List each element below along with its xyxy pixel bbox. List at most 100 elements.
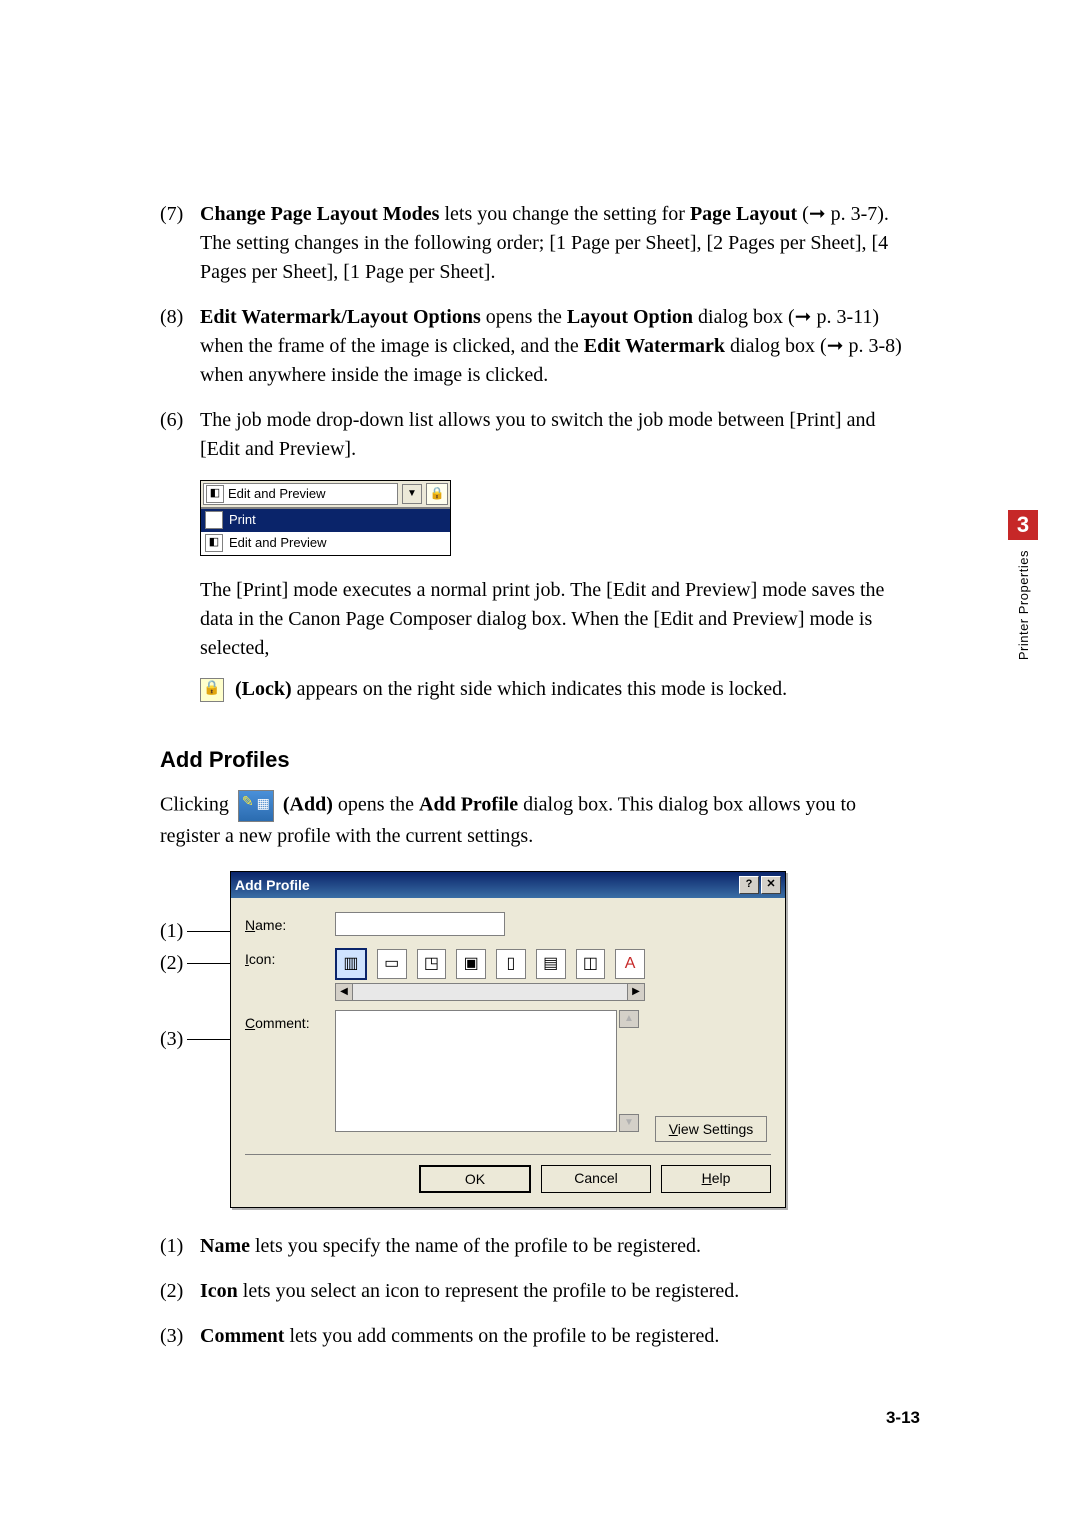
chevron-down-icon[interactable]: ▼	[402, 484, 422, 504]
para-8-bold-2: Layout Option	[567, 306, 693, 328]
callout-1-line	[187, 931, 230, 932]
profile-icon-option-7[interactable]: ◫	[576, 949, 606, 979]
intro-mid: opens the	[333, 793, 419, 815]
comment-row: Comment: ▲ ▼	[245, 1010, 771, 1132]
desc-1-num: (1)	[160, 1232, 200, 1261]
profile-icon-option-3[interactable]: ◳	[417, 949, 447, 979]
description-3: (3) Comment lets you add comments on the…	[160, 1322, 920, 1351]
name-label-rest: ame:	[255, 917, 286, 933]
dialog-title: Add Profile	[235, 875, 737, 895]
icon-picker: ▥ ▭ ◳ ▣ ▯ ▤ ◫ A ◀	[335, 946, 645, 1000]
profile-icon-option-2[interactable]: ▭	[377, 949, 407, 979]
name-row: Name:	[245, 912, 771, 936]
intro-bold-add: (Add)	[283, 793, 333, 815]
lock-note: 🔒 (Lock) appears on the right side which…	[200, 675, 920, 704]
callout-1: (1)	[160, 915, 230, 949]
view-settings-button[interactable]: View Settings	[655, 1116, 767, 1142]
dropdown-item-print[interactable]: 🖶 Print	[201, 509, 450, 532]
scroll-track[interactable]	[353, 983, 627, 1001]
para-8-text-1: opens the	[481, 306, 567, 328]
name-input[interactable]	[335, 912, 505, 936]
callout-3: (3)	[160, 1023, 230, 1057]
icon-hscrollbar[interactable]: ◀ ▶	[335, 984, 645, 1000]
dialog-close-button[interactable]: ✕	[761, 876, 781, 894]
comment-label: Comment:	[245, 1010, 335, 1033]
scroll-track[interactable]	[619, 1028, 637, 1114]
help-button[interactable]: Help	[661, 1165, 771, 1193]
job-mode-select[interactable]: ◧ Edit and Preview	[203, 483, 398, 505]
callout-3-label: (3)	[160, 1025, 183, 1054]
para-7-text-1: lets you change the setting for	[439, 203, 690, 225]
para-7-bold-2: Page Layout	[690, 203, 797, 225]
lock-icon: 🔒	[200, 678, 224, 702]
job-mode-selected-label: Edit and Preview	[228, 485, 326, 504]
comment-accel: C	[245, 1015, 255, 1031]
callout-1-label: (1)	[160, 917, 183, 946]
printer-icon: 🖶	[205, 511, 223, 529]
page-number: 3-13	[886, 1408, 920, 1428]
para-7-number: (7)	[160, 200, 200, 287]
add-profile-icon	[238, 790, 274, 822]
desc-2-num: (2)	[160, 1277, 200, 1306]
add-profile-dialog: Add Profile ? ✕ Name: Icon:	[230, 871, 786, 1209]
callout-2-label: (2)	[160, 949, 183, 978]
para-7-bold-1: Change Page Layout Modes	[200, 203, 439, 225]
para-6-body: The job mode drop-down list allows you t…	[200, 406, 920, 464]
profile-icon-option-8[interactable]: A	[615, 949, 645, 979]
paragraph-6: (6) The job mode drop-down list allows y…	[160, 406, 920, 464]
cancel-button[interactable]: Cancel	[541, 1165, 651, 1193]
profile-icon-option-5[interactable]: ▯	[496, 949, 526, 979]
add-profiles-intro: Clicking (Add) opens the Add Profile dia…	[160, 790, 920, 851]
scroll-left-icon[interactable]: ◀	[335, 983, 353, 1001]
comment-label-rest: omment:	[255, 1015, 309, 1031]
lock-rest: appears on the right side which indicate…	[292, 678, 787, 700]
desc-2-rest: lets you select an icon to represent the…	[238, 1280, 739, 1302]
desc-3-bold: Comment	[200, 1325, 284, 1347]
lock-icon[interactable]: 🔒	[426, 483, 448, 505]
profile-icon-option-1[interactable]: ▥	[335, 948, 367, 980]
dropdown-selected-row: ◧ Edit and Preview ▼ 🔒	[201, 481, 450, 508]
profile-icon-option-6[interactable]: ▤	[536, 949, 566, 979]
edit-preview-icon: ◧	[205, 534, 223, 552]
dialog-button-row: OK Cancel Help	[245, 1165, 771, 1197]
para-8-bold-3: Edit Watermark	[584, 335, 725, 357]
para-8-body: Edit Watermark/Layout Options opens the …	[200, 303, 920, 390]
icon-label-rest: con:	[249, 951, 275, 967]
edit-preview-icon: ◧	[206, 485, 224, 503]
dropdown-option-list: 🖶 Print ◧ Edit and Preview	[201, 508, 450, 555]
mode-explanation-text: The [Print] mode executes a normal print…	[200, 576, 920, 663]
callout-2: (2)	[160, 947, 230, 981]
scroll-down-icon[interactable]: ▼	[619, 1114, 639, 1132]
description-2: (2) Icon lets you select an icon to repr…	[160, 1277, 920, 1306]
add-profiles-heading: Add Profiles	[160, 744, 920, 776]
add-profile-dialog-figure: (1) (2) (3) Add Profile ? ✕	[160, 871, 920, 1209]
intro-pre: Clicking	[160, 793, 234, 815]
dropdown-item-edit-preview[interactable]: ◧ Edit and Preview	[201, 532, 450, 555]
dropdown-item-print-label: Print	[229, 511, 256, 530]
help-rest: elp	[712, 1170, 731, 1186]
desc-2-bold: Icon	[200, 1280, 238, 1302]
scroll-right-icon[interactable]: ▶	[627, 983, 645, 1001]
dialog-help-button[interactable]: ?	[739, 876, 759, 894]
lock-bold: (Lock)	[235, 678, 292, 700]
paragraph-7: (7) Change Page Layout Modes lets you ch…	[160, 200, 920, 287]
desc-3-num: (3)	[160, 1322, 200, 1351]
view-settings-rest: iew Settings	[678, 1121, 753, 1137]
ok-button[interactable]: OK	[419, 1165, 531, 1193]
document-page: 3 Printer Properties (7) Change Page Lay…	[0, 0, 1080, 1528]
desc-3-body: Comment lets you add comments on the pro…	[200, 1322, 920, 1351]
icon-label: Icon:	[245, 946, 335, 969]
desc-2-body: Icon lets you select an icon to represen…	[200, 1277, 920, 1306]
icon-row: Icon: ▥ ▭ ◳ ▣ ▯ ▤ ◫ A	[245, 946, 771, 1000]
desc-3-rest: lets you add comments on the profile to …	[284, 1325, 719, 1347]
dialog-separator	[245, 1154, 771, 1155]
para-8-bold-1: Edit Watermark/Layout Options	[200, 306, 481, 328]
intro-bold-add-profile: Add Profile	[419, 793, 518, 815]
comment-vscrollbar[interactable]: ▲ ▼	[619, 1010, 637, 1132]
profile-icon-option-4[interactable]: ▣	[456, 949, 486, 979]
view-settings-accel: V	[669, 1121, 678, 1137]
scroll-up-icon[interactable]: ▲	[619, 1010, 639, 1028]
comment-textarea[interactable]	[335, 1010, 617, 1132]
dialog-body: Name: Icon: ▥ ▭ ◳ ▣ ▯	[231, 898, 785, 1208]
chapter-number-badge: 3	[1008, 510, 1038, 540]
